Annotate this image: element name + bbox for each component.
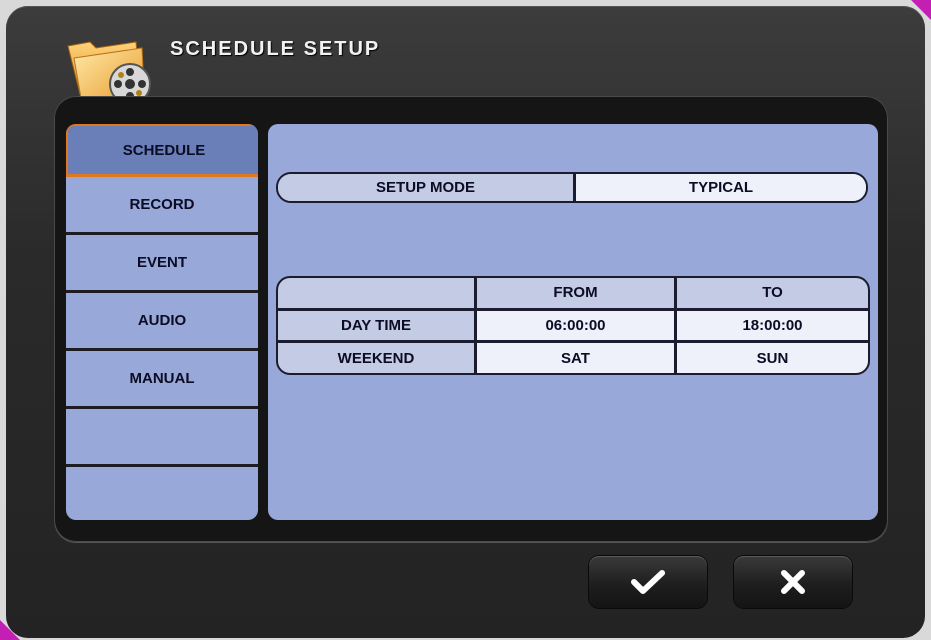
weekend-label: WEEKEND (278, 343, 474, 373)
setup-mode-row: SETUP MODE TYPICAL (276, 172, 868, 203)
page-title: SCHEDULE SETUP (170, 38, 381, 60)
daytime-from-field[interactable]: 06:00:00 (477, 310, 674, 341)
weekend-from-field[interactable]: SAT (477, 343, 674, 373)
sidebar-item-label: EVENT (136, 254, 187, 271)
sidebar-item-label: MANUAL (129, 370, 195, 387)
setup-mode-select[interactable]: TYPICAL (576, 174, 866, 201)
sidebar: SCHEDULE RECORD EVENT AUDIO MANUAL (66, 124, 258, 520)
sidebar-item-event[interactable]: EVENT (66, 235, 258, 293)
table-header-from: FROM (477, 278, 674, 308)
sidebar-item-label: AUDIO (137, 312, 187, 329)
table-header-corner (278, 278, 474, 308)
close-icon (781, 570, 805, 594)
sidebar-item-schedule[interactable]: SCHEDULE (66, 124, 258, 177)
ok-button[interactable] (589, 556, 707, 608)
cancel-button[interactable] (734, 556, 852, 608)
sidebar-item-label: SCHEDULE (122, 141, 206, 159)
weekend-to-field[interactable]: SUN (677, 343, 868, 373)
sidebar-item-empty (66, 409, 258, 467)
daytime-label: DAY TIME (278, 310, 474, 341)
table-header-to: TO (677, 278, 868, 308)
sidebar-item-audio[interactable]: AUDIO (66, 293, 258, 351)
setup-mode-label: SETUP MODE (278, 174, 576, 201)
schedule-table: FROM TO DAY TIME 06:00:00 18:00:00 WEEKE… (276, 276, 870, 375)
sidebar-item-empty (66, 467, 258, 520)
daytime-to-field[interactable]: 18:00:00 (677, 310, 868, 341)
sidebar-item-record[interactable]: RECORD (66, 177, 258, 235)
sidebar-item-manual[interactable]: MANUAL (66, 351, 258, 409)
checkmark-icon (631, 570, 665, 594)
sidebar-item-label: RECORD (129, 196, 195, 213)
